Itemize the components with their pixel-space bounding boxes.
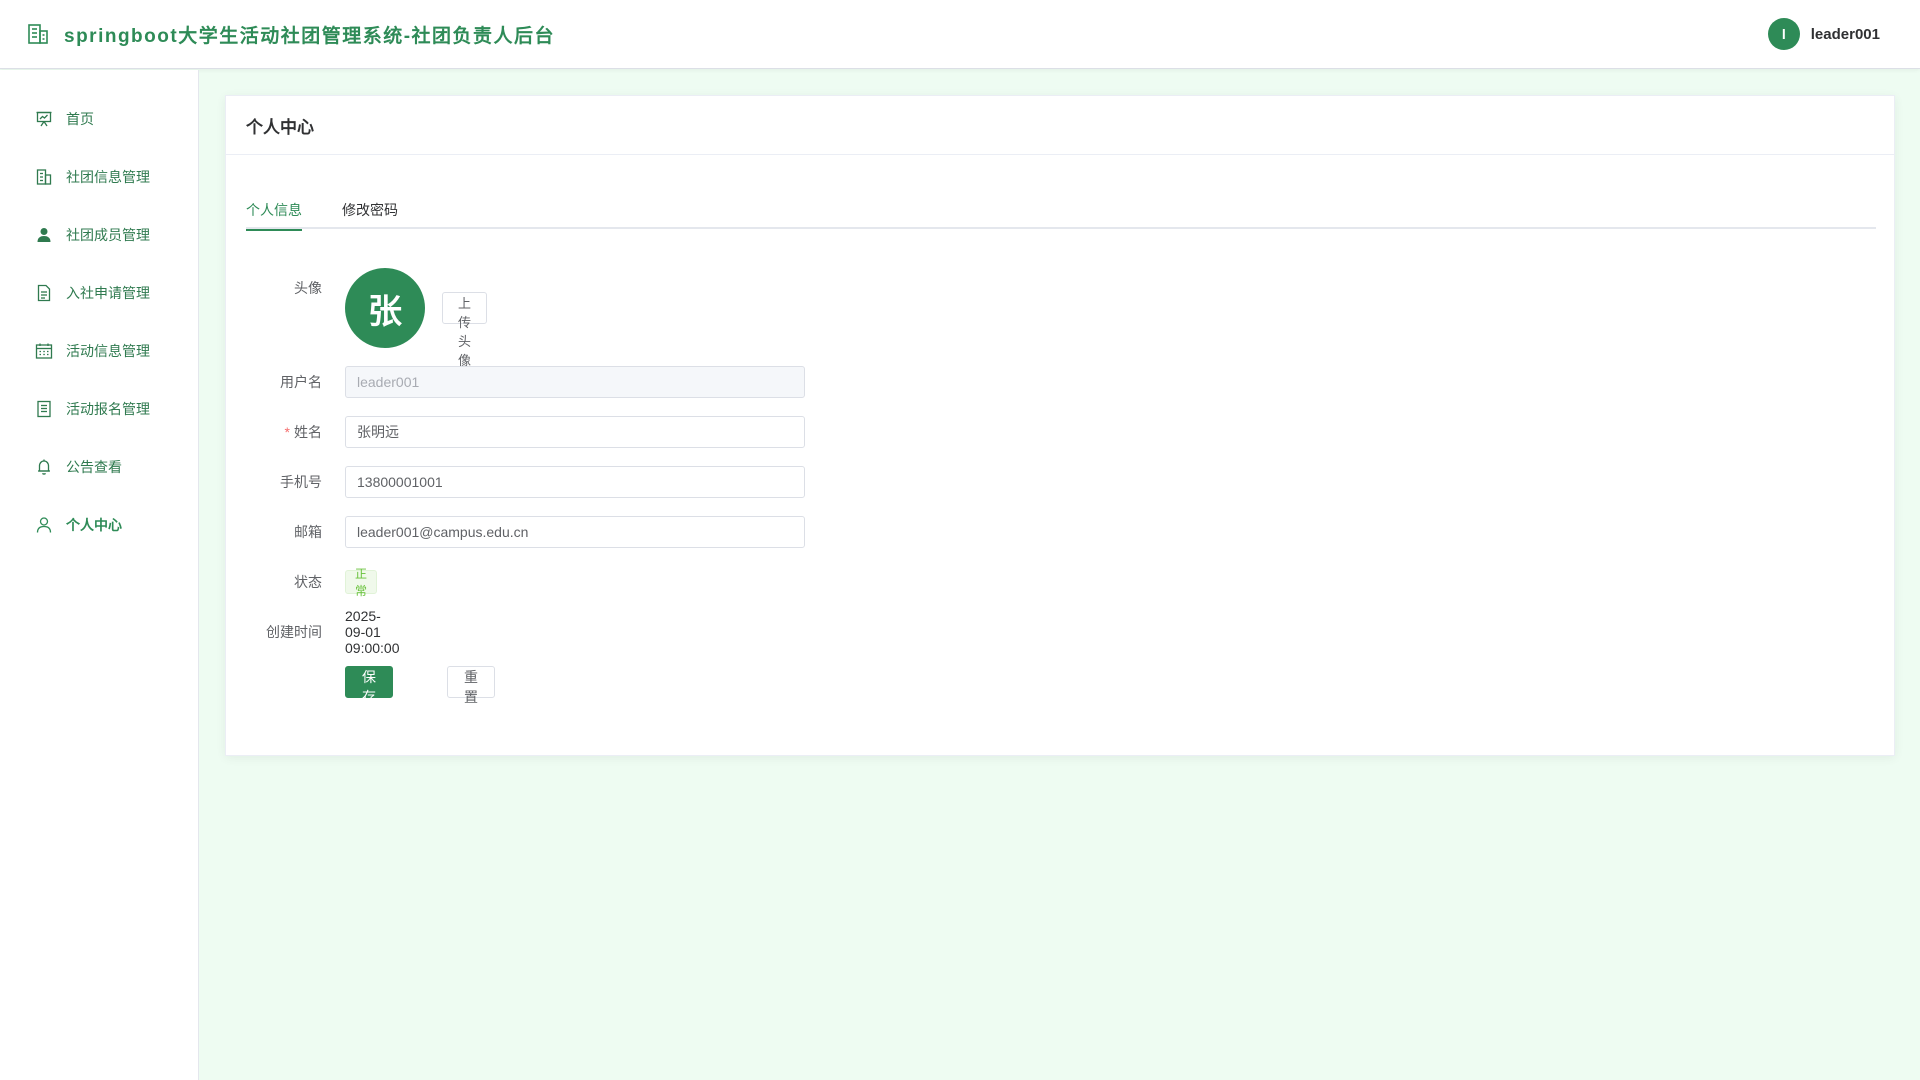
required-mark: * bbox=[284, 424, 290, 440]
name-label-text: 姓名 bbox=[294, 424, 322, 440]
brand: springboot大学生活动社团管理系统-社团负责人后台 bbox=[26, 21, 555, 48]
username-label: 用户名 bbox=[280, 374, 322, 390]
status-badge: 正常 bbox=[345, 567, 378, 598]
upload-avatar-button[interactable]: 上传头像 bbox=[442, 292, 488, 368]
card-header: 个人中心 bbox=[226, 96, 1894, 155]
notebook-icon bbox=[35, 400, 53, 418]
tabs: 个人信息 修改密码 bbox=[246, 200, 1876, 231]
sidebar-item-label: 入社申请管理 bbox=[66, 285, 150, 301]
save-button[interactable]: 保存修改 bbox=[345, 666, 393, 745]
email-field[interactable] bbox=[345, 516, 805, 548]
created-label: 创建时间 bbox=[266, 624, 322, 640]
tab-personal-info[interactable]: 个人信息 bbox=[246, 200, 302, 231]
calendar-icon bbox=[35, 342, 53, 360]
sidebar-item-label: 公告查看 bbox=[66, 459, 122, 475]
sidebar-item-applications[interactable]: 入社申请管理 bbox=[0, 264, 198, 322]
user-filled-icon bbox=[35, 226, 53, 244]
sidebar-item-announcements[interactable]: 公告查看 bbox=[0, 438, 198, 496]
sidebar-item-label: 活动信息管理 bbox=[66, 343, 150, 359]
sidebar-item-registrations[interactable]: 活动报名管理 bbox=[0, 380, 198, 438]
sidebar-item-members[interactable]: 社团成员管理 bbox=[0, 206, 198, 264]
top-header: springboot大学生活动社团管理系统-社团负责人后台 l leader00… bbox=[0, 0, 1920, 69]
presentation-chart-icon bbox=[35, 110, 53, 128]
sidebar-item-activities[interactable]: 活动信息管理 bbox=[0, 322, 198, 380]
page-title: 个人中心 bbox=[246, 117, 314, 137]
sidebar-item-label: 社团信息管理 bbox=[66, 169, 150, 185]
avatar-label: 头像 bbox=[294, 280, 322, 296]
avatar: 张 bbox=[345, 268, 425, 348]
avatar[interactable]: l bbox=[1767, 18, 1800, 50]
sidebar-item-club-info[interactable]: 社团信息管理 bbox=[0, 148, 198, 206]
sidebar: 首页 社团信息管理 社团成员管理 入社申请管理 活动信息管理 活动报名管理 公告… bbox=[0, 70, 199, 1080]
user-menu[interactable]: l leader001 bbox=[1767, 18, 1880, 50]
document-icon bbox=[35, 284, 53, 302]
sidebar-item-label: 首页 bbox=[66, 111, 94, 127]
building-icon bbox=[35, 168, 53, 186]
reset-button[interactable]: 重置 bbox=[447, 666, 495, 705]
phone-label: 手机号 bbox=[280, 474, 322, 490]
profile-card: 个人中心 个人信息 修改密码 头像 张 上传头像 用户名 *姓名 手机号 邮箱 bbox=[225, 95, 1895, 756]
sidebar-item-label: 社团成员管理 bbox=[66, 227, 150, 243]
sidebar-item-label: 个人中心 bbox=[66, 517, 122, 533]
tab-change-password[interactable]: 修改密码 bbox=[342, 200, 398, 229]
username[interactable]: leader001 bbox=[1811, 26, 1880, 43]
sidebar-item-profile[interactable]: 个人中心 bbox=[0, 496, 198, 554]
name-label: * 姓名 bbox=[226, 422, 334, 442]
app-title: springboot大学生活动社团管理系统-社团负责人后台 bbox=[64, 25, 556, 47]
user-icon bbox=[35, 516, 53, 534]
phone-field[interactable] bbox=[345, 466, 805, 498]
email-label: 邮箱 bbox=[294, 524, 322, 540]
bell-icon bbox=[35, 458, 53, 476]
created-value: 2025-09-01 09:00:00 bbox=[345, 608, 400, 656]
username-field bbox=[345, 366, 805, 398]
status-label: 状态 bbox=[294, 574, 322, 590]
building-icon bbox=[26, 22, 50, 46]
sidebar-item-home[interactable]: 首页 bbox=[0, 90, 198, 148]
sidebar-item-label: 活动报名管理 bbox=[66, 401, 150, 417]
name-field[interactable] bbox=[345, 416, 805, 448]
